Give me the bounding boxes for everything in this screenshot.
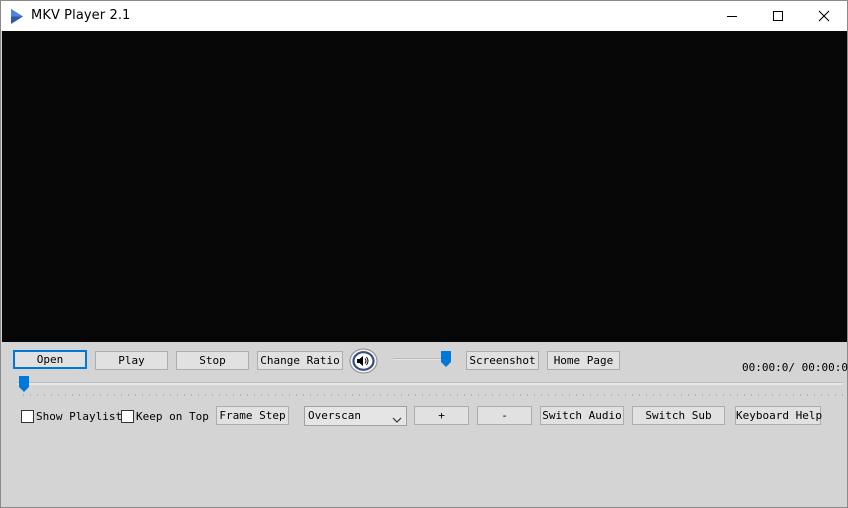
time-display: 00:00:0/ 00:00:00 [742,361,848,374]
volume-slider-thumb[interactable] [441,351,451,367]
app-play-icon [10,9,24,24]
show-playlist-checkbox[interactable]: Show Playlist [21,409,122,423]
change-ratio-button[interactable]: Change Ratio [257,351,343,370]
open-button[interactable]: Open [13,350,87,369]
minimize-button[interactable] [709,1,755,31]
switch-audio-button[interactable]: Switch Audio [540,406,624,425]
show-playlist-box[interactable] [21,409,34,423]
scan-mode-value: Overscan [308,409,361,422]
stop-button[interactable]: Stop [176,351,249,370]
maximize-icon [773,11,783,21]
close-button[interactable] [801,1,847,31]
window-title: MKV Player 2.1 [31,8,131,23]
seek-tick-marks [23,394,843,396]
title-bar[interactable]: MKV Player 2.1 [1,1,847,31]
screenshot-button[interactable]: Screenshot [466,351,539,370]
show-playlist-label: Show Playlist [36,409,123,423]
frame-step-button[interactable]: Frame Step [216,406,289,425]
chevron-down-icon [392,412,402,430]
video-display[interactable] [2,31,847,342]
zoom-out-button[interactable]: - [477,406,532,425]
keep-on-top-box[interactable] [121,409,134,423]
zoom-in-button[interactable]: + [414,406,469,425]
seek-slider-track[interactable] [17,382,843,385]
scan-mode-dropdown[interactable]: Overscan [304,406,407,426]
maximize-button[interactable] [755,1,801,31]
keep-on-top-checkbox[interactable]: Keep on Top [121,409,209,423]
main-window: MKV Player 2.1 Open Play Stop Change Rat… [0,0,848,508]
speaker-icon[interactable] [349,348,378,374]
switch-sub-button[interactable]: Switch Sub [632,406,725,425]
keep-on-top-label: Keep on Top [136,409,209,423]
close-icon [818,10,830,22]
home-page-button[interactable]: Home Page [547,351,620,370]
minimize-icon [727,16,737,17]
play-button[interactable]: Play [95,351,168,370]
seek-slider-thumb[interactable] [19,376,29,392]
keyboard-help-button[interactable]: Keyboard Help [735,406,822,425]
